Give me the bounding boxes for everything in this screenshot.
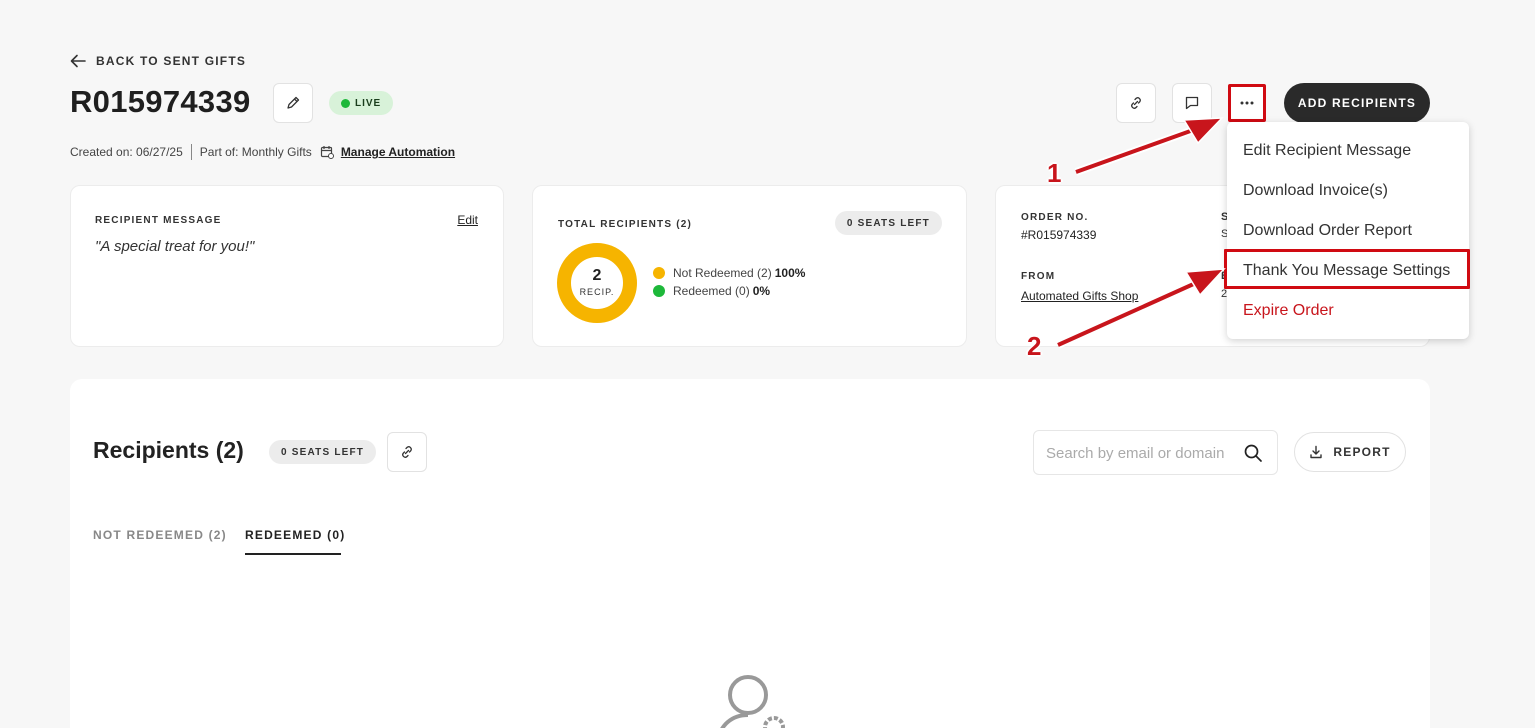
annotation-number-1: 1: [1047, 158, 1062, 188]
annotation-arrows: [1056, 117, 1226, 349]
annotation-number-2: 2: [1027, 331, 1042, 361]
